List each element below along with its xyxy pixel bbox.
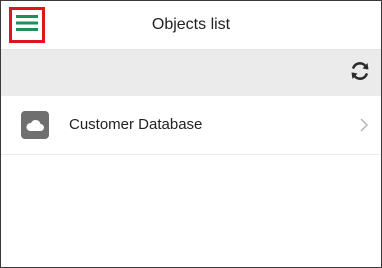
list-item-label: Customer Database xyxy=(69,116,203,133)
hamburger-menu-button[interactable] xyxy=(9,7,45,43)
refresh-button[interactable] xyxy=(345,58,375,88)
page-title: Objects list xyxy=(151,16,231,33)
list-item-customer-database[interactable]: Customer Database xyxy=(1,96,381,155)
chevron-right-icon xyxy=(357,117,371,133)
refresh-icon xyxy=(349,60,371,87)
cloud-icon xyxy=(21,111,49,139)
app-frame: Objects list Customer Database xyxy=(0,0,382,268)
list-toolbar xyxy=(1,50,381,96)
app-header: Objects list xyxy=(1,1,381,50)
hamburger-icon xyxy=(15,13,39,38)
